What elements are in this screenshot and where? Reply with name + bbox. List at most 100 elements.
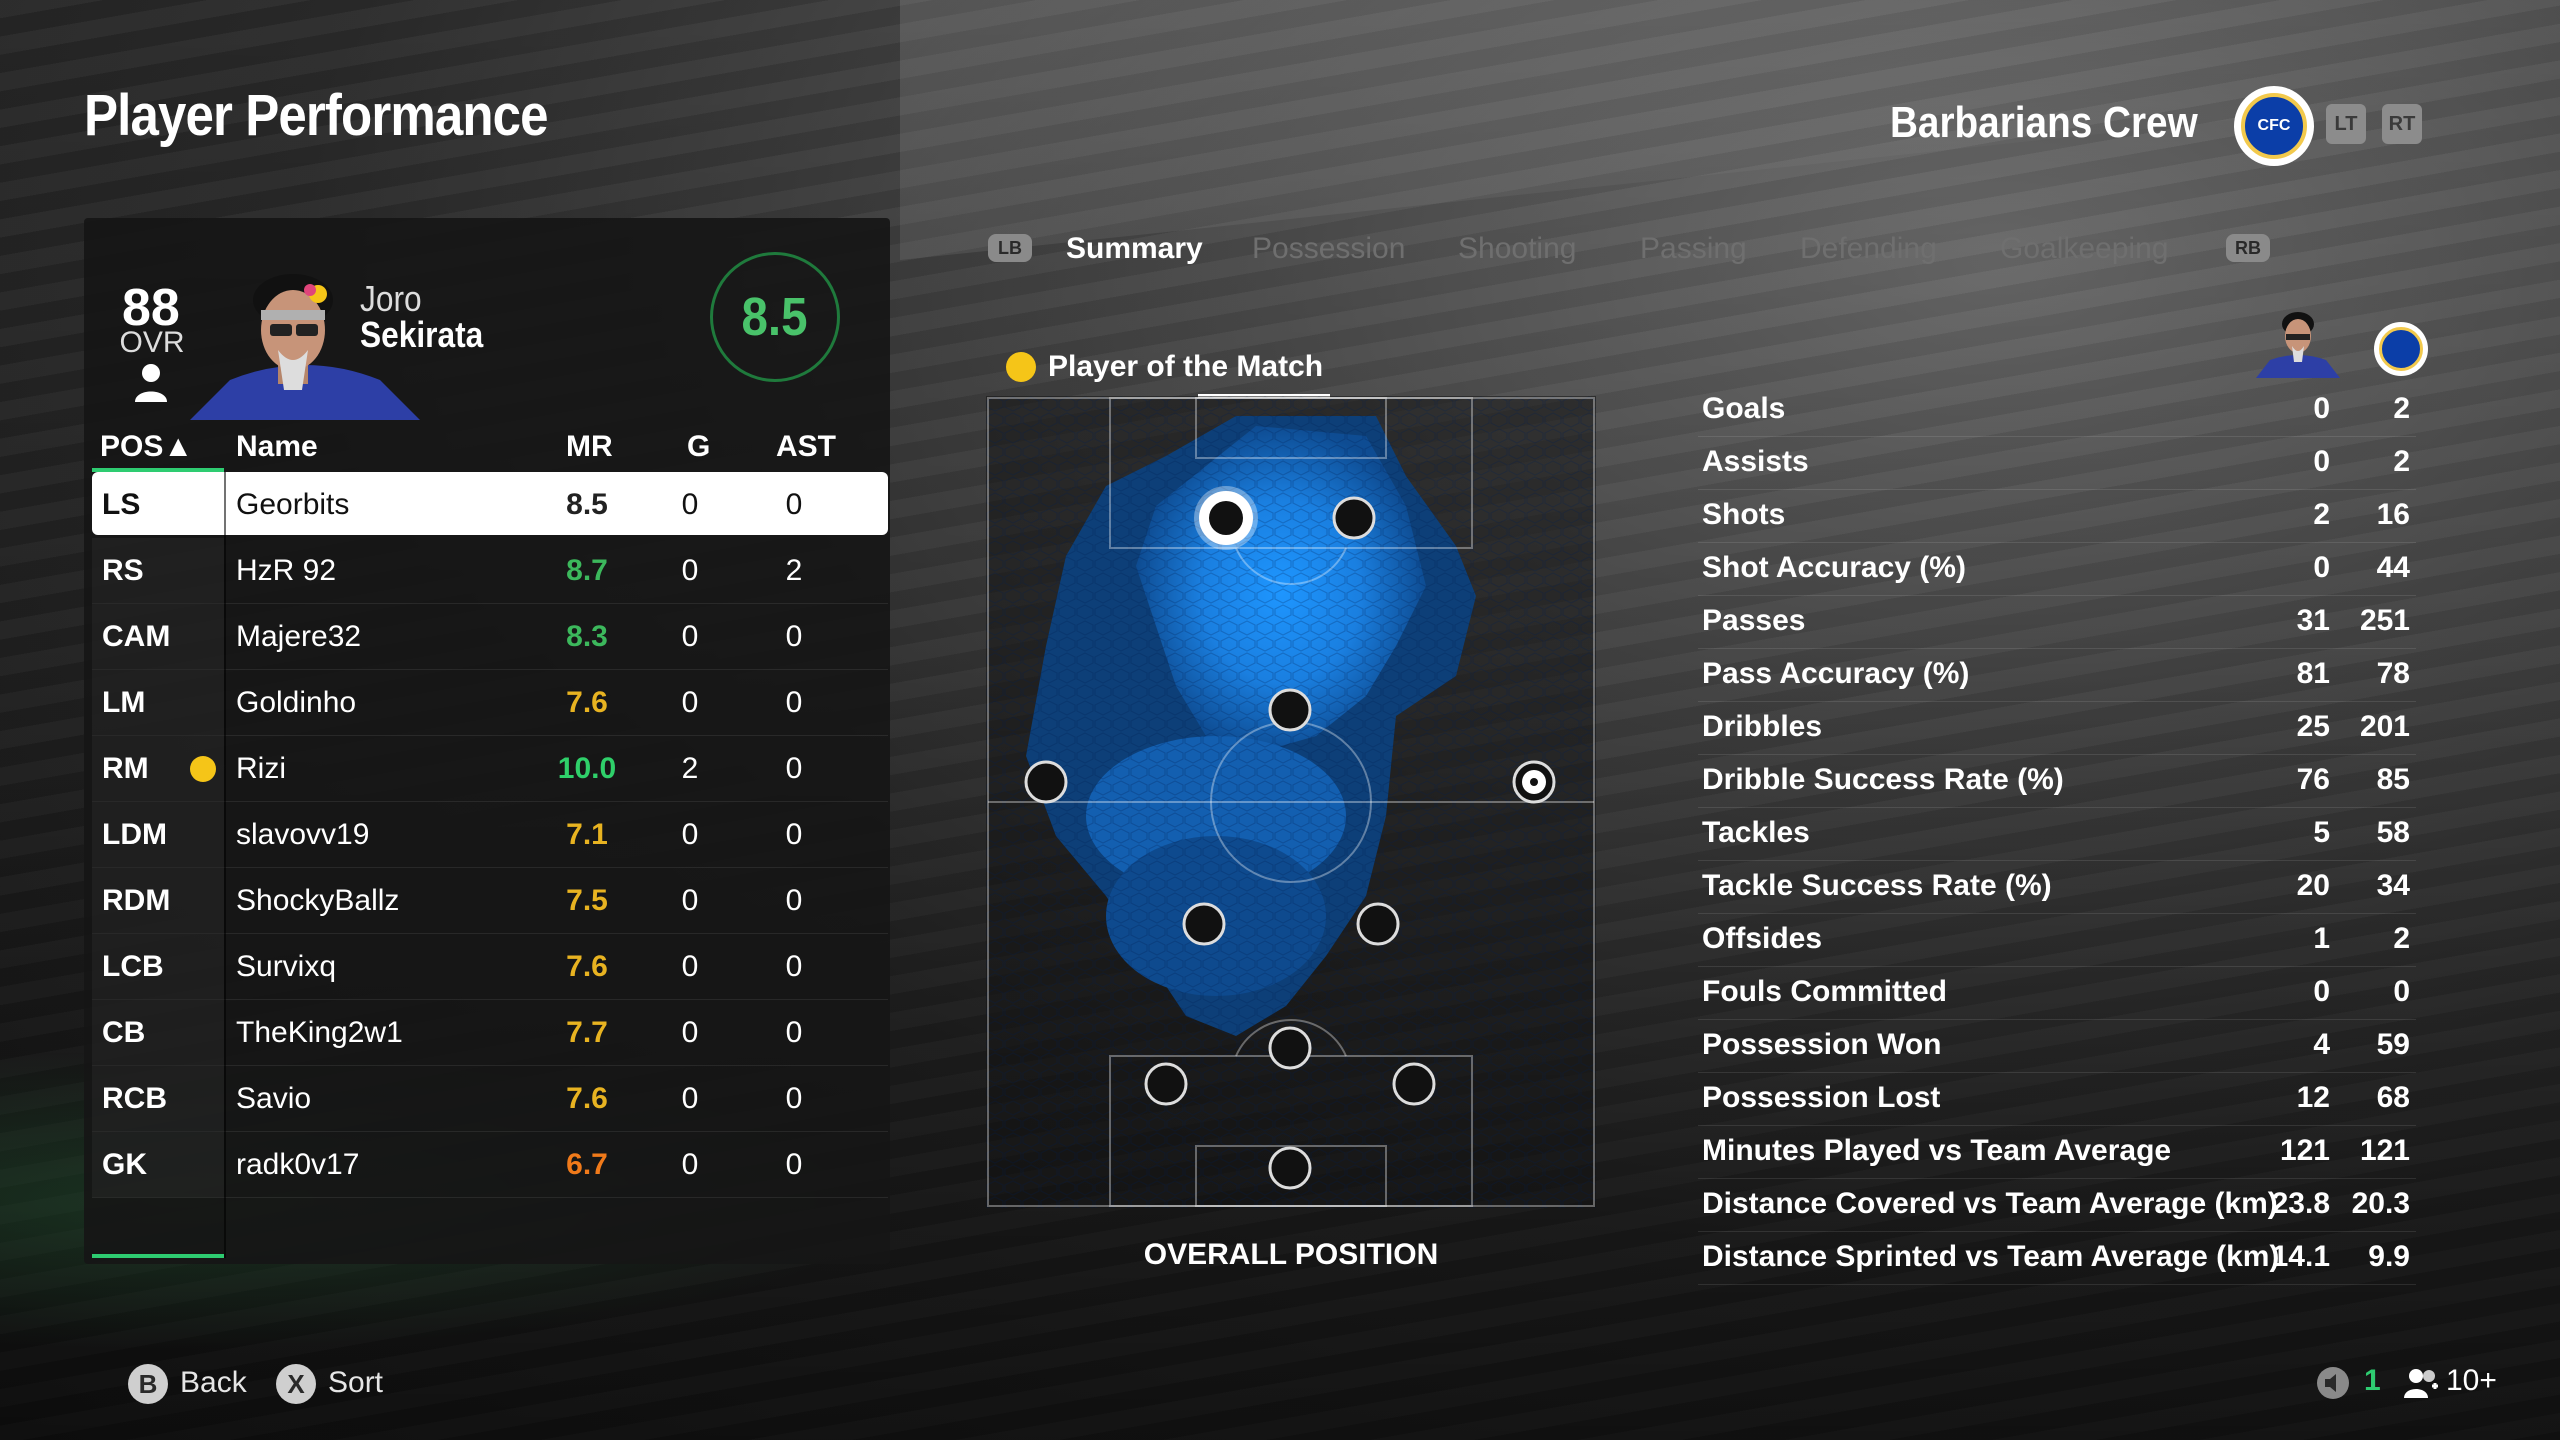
- players-icon: [2404, 1369, 2438, 1398]
- row-ast: 0: [785, 1082, 803, 1115]
- row-mr: 7.6: [566, 1082, 608, 1115]
- stat-team-value: 59: [2376, 1028, 2410, 1061]
- match-rating-value: 8.5: [741, 287, 809, 347]
- tab-passing[interactable]: Passing: [1640, 232, 1747, 266]
- stat-label: Shot Accuracy (%): [1702, 551, 1966, 584]
- tab-defending[interactable]: Defending: [1800, 232, 1937, 266]
- table-row[interactable]: RS HzR 92 8.7 0 2: [92, 538, 888, 604]
- row-ast: 0: [785, 884, 803, 917]
- stat-row: Passes 31 251: [1698, 596, 2416, 649]
- header-ast[interactable]: AST: [776, 430, 836, 464]
- back-label[interactable]: Back: [180, 1366, 247, 1400]
- rb-button[interactable]: RB: [2226, 234, 2270, 262]
- stat-player-value: 12: [2296, 1081, 2330, 1114]
- row-g: 0: [681, 818, 699, 851]
- table-header: POS▲ Name MR G AST: [92, 424, 888, 472]
- stat-row: Pass Accuracy (%) 81 78: [1698, 649, 2416, 702]
- table-row[interactable]: LDM slavovv19 7.1 0 0: [92, 802, 888, 868]
- stat-row: Dribbles 25 201: [1698, 702, 2416, 755]
- stat-team-value: 20.3: [2351, 1187, 2410, 1220]
- stat-player-value: 2: [2313, 498, 2330, 531]
- stat-player-value: 0: [2313, 551, 2330, 584]
- stat-row: Minutes Played vs Team Average 121 121: [1698, 1126, 2416, 1179]
- row-mr: 8.3: [566, 620, 608, 653]
- row-g: 0: [681, 620, 699, 653]
- table-row[interactable]: RM Rizi 10.0 2 0: [92, 736, 888, 802]
- header-mr[interactable]: MR: [566, 430, 613, 464]
- team-mini-crest-icon: [2374, 322, 2428, 376]
- page-title: Player Performance: [84, 83, 549, 148]
- list-end-indicator: [92, 1254, 224, 1258]
- pitch-caption: OVERALL POSITION: [1143, 1238, 1439, 1271]
- row-pos: CAM: [102, 620, 171, 653]
- table-row[interactable]: LM Goldinho 7.6 0 0: [92, 670, 888, 736]
- stat-team-value: 9.9: [2368, 1240, 2410, 1273]
- b-button-icon[interactable]: B: [128, 1364, 168, 1404]
- stat-team-value: 2: [2393, 445, 2410, 478]
- rt-button[interactable]: RT: [2382, 104, 2422, 144]
- row-name: Savio: [236, 1082, 312, 1115]
- stat-row: Shots 2 16: [1698, 490, 2416, 543]
- tab-goalkeeping[interactable]: Goalkeeping: [2000, 232, 2168, 266]
- row-mr: 6.7: [566, 1148, 608, 1181]
- row-g: 0: [681, 488, 699, 521]
- stat-player-value: 0: [2313, 975, 2330, 1008]
- table-row[interactable]: LCB Survixq 7.6 0 0: [92, 934, 888, 1000]
- row-name: Rizi: [236, 752, 286, 785]
- stat-player-value: 25: [2296, 710, 2330, 743]
- stat-row: Possession Won 4 59: [1698, 1020, 2416, 1073]
- player-mini-avatar: [2256, 312, 2340, 378]
- stat-row: Tackles 5 58: [1698, 808, 2416, 861]
- table-row[interactable]: LS Georbits 8.5 0 0: [92, 472, 888, 535]
- row-g: 0: [681, 950, 699, 983]
- row-name: Survixq: [236, 950, 337, 983]
- stat-team-value: 121: [2359, 1134, 2410, 1167]
- lb-button[interactable]: LB: [988, 234, 1032, 262]
- player-last-name: Sekirata: [360, 314, 484, 355]
- stat-player-value: 81: [2296, 657, 2330, 690]
- stat-team-value: 68: [2376, 1081, 2410, 1114]
- row-g: 0: [681, 1082, 699, 1115]
- potm-ball-icon: [1006, 352, 1036, 382]
- header-g[interactable]: G: [687, 430, 710, 464]
- table-row[interactable]: RCB Savio 7.6 0 0: [92, 1066, 888, 1132]
- stat-team-value: 251: [2359, 604, 2410, 637]
- lt-button[interactable]: LT: [2326, 104, 2366, 144]
- table-row[interactable]: CAM Majere32 8.3 0 0: [92, 604, 888, 670]
- row-name: ShockyBallz: [236, 884, 400, 917]
- stat-label: Offsides: [1702, 922, 1823, 955]
- sort-label[interactable]: Sort: [328, 1366, 383, 1400]
- stat-row: Distance Sprinted vs Team Average (km) 14…: [1698, 1232, 2416, 1285]
- stat-label: Dribble Success Rate (%): [1702, 763, 2064, 796]
- row-g: 0: [681, 554, 699, 587]
- stat-row: Distance Covered vs Team Average (km) 23.…: [1698, 1179, 2416, 1232]
- stat-player-value: 76: [2296, 763, 2330, 796]
- tab-summary[interactable]: Summary: [1066, 232, 1203, 266]
- header-pos[interactable]: POS▲: [100, 430, 193, 464]
- column-divider: [224, 472, 226, 1258]
- voice-count: 1: [2364, 1364, 2381, 1397]
- players-count: 10+: [2446, 1364, 2497, 1397]
- stat-label: Passes: [1702, 604, 1806, 637]
- row-name: Majere32: [236, 620, 362, 653]
- row-mr: 7.6: [566, 950, 608, 983]
- stat-row: Tackle Success Rate (%) 20 34: [1698, 861, 2416, 914]
- row-ast: 2: [785, 554, 803, 587]
- stat-player-value: 31: [2296, 604, 2330, 637]
- x-button-icon[interactable]: X: [276, 1364, 316, 1404]
- tab-possession[interactable]: Possession: [1252, 232, 1405, 266]
- stat-team-value: 16: [2376, 498, 2410, 531]
- club-crest-icon: CFC: [2234, 86, 2314, 166]
- team-name: Barbarians Crew: [1890, 98, 2198, 147]
- table-row[interactable]: CB TheKing2w1 7.7 0 0: [92, 1000, 888, 1066]
- table-row[interactable]: RDM ShockyBallz 7.5 0 0: [92, 868, 888, 934]
- row-g: 0: [681, 1148, 699, 1181]
- stat-row: Goals 0 2: [1698, 384, 2416, 437]
- tab-shooting[interactable]: Shooting: [1458, 232, 1576, 266]
- stat-row: Offsides 1 2: [1698, 914, 2416, 967]
- table-row[interactable]: GK radk0v17 6.7 0 0: [92, 1132, 888, 1198]
- stat-label: Assists: [1702, 445, 1809, 478]
- row-pos: LM: [102, 686, 146, 719]
- header-name[interactable]: Name: [236, 430, 318, 464]
- stat-player-value: 121: [2279, 1134, 2330, 1167]
